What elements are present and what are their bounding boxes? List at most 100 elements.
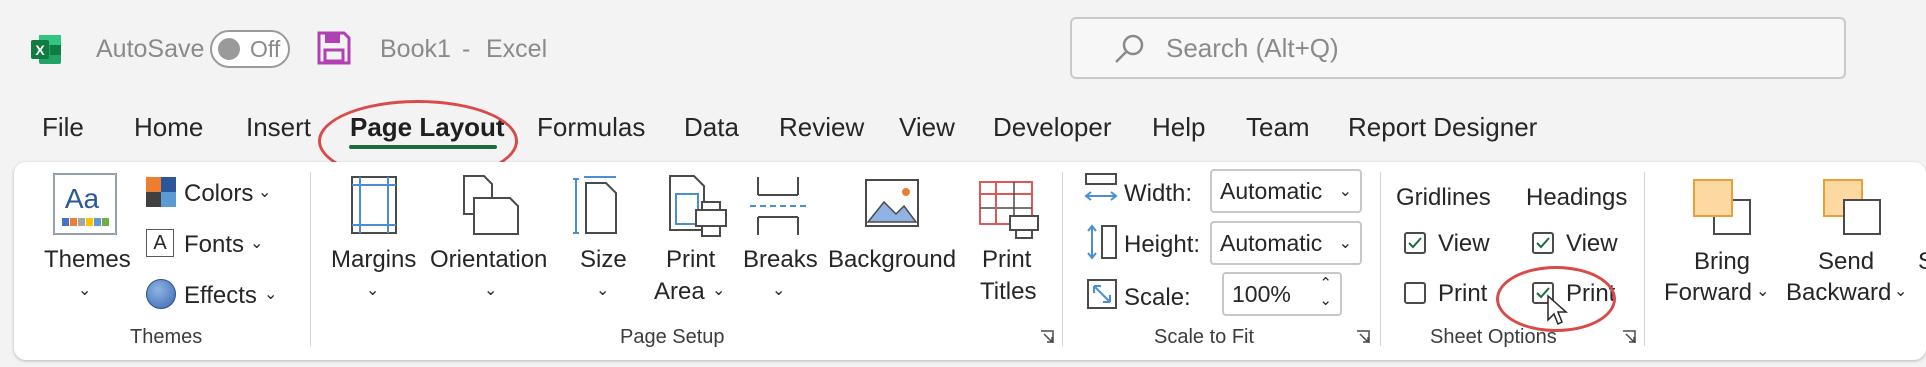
print-titles-label-2[interactable]: Titles [980, 278, 1036, 306]
tab-help[interactable]: Help [1152, 112, 1205, 143]
tab-developer[interactable]: Developer [993, 112, 1112, 143]
effects-button[interactable]: Effects [184, 282, 257, 310]
gridlines-print-label: Print [1438, 280, 1488, 307]
save-icon[interactable] [316, 30, 352, 71]
toggle-knob [218, 38, 240, 60]
orientation-button[interactable]: Orientation [430, 246, 547, 274]
colors-button[interactable]: Colors [184, 180, 253, 208]
group-label-sheet-options: Sheet Options [1430, 326, 1557, 348]
search-placeholder: Search (Alt+Q) [1166, 33, 1339, 63]
autosave-state: Off [250, 36, 281, 62]
chevron-down-icon[interactable]: ⌄ [250, 233, 263, 253]
excel-icon: X [30, 33, 63, 66]
tab-data[interactable]: Data [684, 112, 739, 143]
app-name: Excel [486, 35, 548, 63]
tab-formulas[interactable]: Formulas [537, 112, 645, 143]
gridlines-heading: Gridlines [1396, 184, 1491, 211]
height-label: Height: [1124, 231, 1201, 258]
print-titles-icon [978, 180, 1040, 245]
orientation-icon [460, 174, 522, 243]
height-value: Automatic [1220, 230, 1323, 256]
height-dropdown[interactable]: Automatic ⌄ [1210, 221, 1362, 265]
tab-view[interactable]: View [899, 112, 955, 143]
group-label-themes: Themes [130, 326, 203, 348]
gridlines-view-checkbox[interactable] [1404, 232, 1426, 254]
width-dropdown[interactable]: Automatic ⌄ [1210, 169, 1362, 213]
svg-text:X: X [35, 42, 45, 58]
chevron-down-icon[interactable]: ⌄ [78, 280, 91, 300]
chevron-down-icon: ⌄ [1338, 235, 1352, 252]
print-area-icon [666, 174, 730, 243]
bring-forward-label-1[interactable]: Bring [1694, 248, 1750, 276]
group-label-page-setup: Page Setup [620, 326, 725, 348]
chevron-down-icon[interactable]: ⌄ [264, 284, 277, 304]
gridlines-view-label: View [1438, 230, 1490, 257]
chevron-down-icon[interactable]: ⌄ [1756, 281, 1769, 301]
print-titles-label-1[interactable]: Print [982, 246, 1031, 274]
size-icon [572, 175, 624, 242]
dialog-launcher-icon[interactable] [1356, 330, 1370, 349]
spin-down-icon[interactable]: ⌄ [1319, 291, 1332, 309]
search-icon [1115, 34, 1144, 63]
send-backward-icon [1820, 176, 1884, 243]
print-area-label-1[interactable]: Print [666, 246, 715, 274]
dialog-launcher-icon[interactable] [1040, 330, 1054, 349]
tab-file[interactable]: File [42, 112, 84, 143]
tab-report-designer[interactable]: Report Designer [1348, 112, 1537, 143]
group-divider [1380, 172, 1381, 346]
width-icon [1084, 172, 1118, 211]
group-divider [1644, 172, 1645, 346]
size-button[interactable]: Size [580, 246, 627, 274]
tab-home[interactable]: Home [134, 112, 203, 143]
print-area-label-2[interactable]: Area [654, 278, 705, 306]
margins-icon [350, 175, 398, 240]
breaks-icon [748, 175, 808, 242]
width-label: Width: [1124, 180, 1193, 207]
autosave-toggle[interactable]: Off [210, 30, 290, 68]
chevron-down-icon: ⌄ [1338, 183, 1352, 200]
bring-forward-label-2[interactable]: Forward [1664, 279, 1752, 307]
width-value: Automatic [1220, 178, 1323, 204]
gridlines-print-checkbox[interactable] [1404, 282, 1426, 304]
themes-icon: Aa [52, 172, 118, 241]
chevron-down-icon[interactable]: ⌄ [1894, 281, 1907, 301]
chevron-down-icon[interactable]: ⌄ [712, 280, 725, 300]
headings-view-label: View [1566, 230, 1618, 257]
scale-spinner[interactable]: 100% ⌃ ⌄ [1222, 272, 1342, 316]
colors-icon [146, 177, 176, 212]
fonts-button[interactable]: Fonts [184, 231, 244, 259]
scale-label: Scale: [1124, 284, 1191, 311]
headings-view-checkbox[interactable] [1532, 232, 1554, 254]
tab-insert[interactable]: Insert [246, 112, 311, 143]
chevron-down-icon[interactable]: ⌄ [596, 280, 609, 300]
margins-button[interactable]: Margins [331, 246, 416, 274]
breaks-button[interactable]: Breaks [743, 246, 818, 274]
dialog-launcher-icon[interactable] [1622, 330, 1636, 349]
title-separator: - [462, 35, 471, 63]
spin-up-icon[interactable]: ⌃ [1319, 274, 1332, 292]
themes-button[interactable]: Themes [44, 246, 131, 274]
search-box[interactable]: Search (Alt+Q) [1070, 17, 1846, 79]
tab-review[interactable]: Review [779, 112, 864, 143]
chevron-down-icon[interactable]: ⌄ [258, 182, 271, 202]
background-icon [864, 178, 920, 233]
chevron-down-icon[interactable]: ⌄ [484, 280, 497, 300]
group-divider [1062, 172, 1063, 346]
chevron-down-icon[interactable]: ⌄ [772, 280, 785, 300]
effects-icon [146, 279, 176, 309]
bring-forward-icon [1690, 176, 1754, 243]
send-backward-label-2[interactable]: Backward [1786, 279, 1891, 307]
scale-value: 100% [1232, 281, 1291, 307]
selection-pane-label-partial[interactable]: S [1918, 248, 1926, 276]
group-divider [310, 172, 311, 346]
book-name: Book1 [380, 35, 451, 63]
ribbon [14, 162, 1926, 360]
height-icon [1086, 224, 1120, 265]
chevron-down-icon[interactable]: ⌄ [366, 280, 379, 300]
autosave-label: AutoSave [96, 35, 205, 63]
fonts-icon: A [146, 229, 174, 257]
background-button[interactable]: Background [828, 246, 956, 274]
send-backward-label-1[interactable]: Send [1818, 248, 1874, 276]
headings-heading: Headings [1526, 184, 1628, 211]
tab-team[interactable]: Team [1246, 112, 1310, 143]
